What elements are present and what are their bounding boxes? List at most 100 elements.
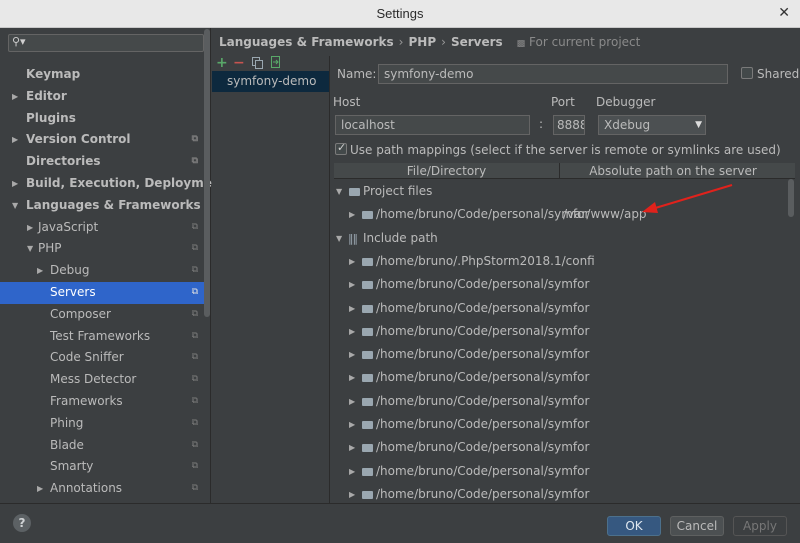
- breadcrumb-php: PHP: [408, 35, 437, 49]
- sidebar-item-servers[interactable]: Servers ⧉: [0, 281, 204, 304]
- server-item-symfony-demo[interactable]: symfony-demo: [212, 71, 329, 92]
- sidebar-item-build-execution-deployment[interactable]: ▶ Build, Execution, Deployment: [0, 173, 226, 195]
- column-header-server-path[interactable]: Absolute path on the server: [560, 163, 786, 179]
- close-icon[interactable]: ✕: [778, 5, 790, 21]
- folder-icon: [362, 444, 373, 453]
- project-level-icon: ⧉: [191, 308, 198, 319]
- sidebar-item-languages-frameworks[interactable]: ▼ Languages & Frameworks: [0, 195, 204, 217]
- breadcrumb: Languages & Frameworks › PHP › Servers ▩ For …: [219, 35, 640, 49]
- chevron-right-icon[interactable]: ▶: [349, 436, 355, 459]
- sidebar-item-composer[interactable]: Composer ⧉: [0, 304, 204, 326]
- folder-icon: [362, 304, 373, 313]
- chevron-right-icon[interactable]: ▶: [37, 478, 43, 500]
- chevron-right-icon[interactable]: ▶: [349, 250, 355, 273]
- folder-icon: [362, 397, 373, 406]
- sidebar-item-frameworks[interactable]: Frameworks ⧉: [0, 391, 204, 413]
- project-level-icon: ⧉: [191, 483, 198, 494]
- sidebar-scrollbar[interactable]: [204, 29, 210, 317]
- chevron-right-icon[interactable]: ▶: [37, 260, 43, 282]
- sidebar-item-version-control[interactable]: ▶ Version Control ⧉: [0, 129, 204, 151]
- chevron-right-icon[interactable]: ▶: [349, 273, 355, 296]
- project-level-icon: ⧉: [191, 134, 198, 145]
- table-row[interactable]: ▶ /home/bruno/Code/personal/symfor: [334, 273, 784, 296]
- chevron-right-icon[interactable]: ▶: [349, 203, 355, 226]
- use-path-mappings-checkbox[interactable]: [335, 141, 347, 155]
- sidebar-item-php[interactable]: ▼ PHP ⧉: [0, 238, 204, 260]
- sidebar-item-keymap[interactable]: Keymap: [0, 64, 204, 86]
- table-row[interactable]: ▶ /home/bruno/.PhpStorm2018.1/confi: [334, 250, 784, 273]
- breadcrumb-sep: ›: [398, 35, 404, 49]
- table-scrollbar[interactable]: [788, 179, 794, 217]
- add-server-icon[interactable]: +: [216, 56, 228, 70]
- chevron-right-icon[interactable]: ▶: [349, 297, 355, 320]
- import-server-icon[interactable]: [270, 56, 281, 72]
- sidebar-item-code-sniffer[interactable]: Code Sniffer ⧉: [0, 347, 204, 369]
- title-bar: Settings ✕: [0, 0, 800, 28]
- table-row[interactable]: ▶ /home/bruno/Code/personal/symfor: [334, 390, 784, 413]
- sidebar-item-debug[interactable]: ▶ Debug ⧉: [0, 260, 204, 282]
- project-level-icon: ⧉: [191, 352, 198, 363]
- table-row[interactable]: ▼ ‖‖ Include path: [334, 227, 784, 250]
- sidebar-item-label: Code Sniffer: [50, 350, 124, 365]
- sidebar-item-phing[interactable]: Phing ⧉: [0, 413, 204, 435]
- chevron-right-icon[interactable]: ▶: [349, 320, 355, 343]
- chevron-down-icon[interactable]: ▼: [27, 238, 33, 260]
- sidebar-item-test-frameworks[interactable]: Test Frameworks ⧉: [0, 326, 204, 348]
- table-row[interactable]: ▶ /home/bruno/Code/personal/symfor: [334, 436, 784, 459]
- table-row[interactable]: ▶ /home/bruno/Code/personal/symfor: [334, 320, 784, 343]
- row-path: /home/bruno/Code/personal/symfor: [376, 300, 590, 315]
- table-row[interactable]: ▶ /home/bruno/Code/personal/symfor: [334, 297, 784, 320]
- ok-button[interactable]: OK: [607, 516, 661, 536]
- row-path: /home/bruno/Code/personal/symfor: [376, 393, 590, 408]
- chevron-right-icon[interactable]: ▶: [12, 129, 18, 151]
- row-server-path[interactable]: /var/www/app: [563, 203, 647, 226]
- table-row[interactable]: ▶ /home/bruno/Code/personal/symfor: [334, 483, 784, 503]
- settings-search-input[interactable]: ⚲▾: [8, 34, 204, 52]
- sidebar-item-javascript[interactable]: ▶ JavaScript ⧉: [0, 217, 204, 239]
- apply-button[interactable]: Apply: [733, 516, 787, 536]
- chevron-down-icon[interactable]: ▼: [336, 227, 342, 250]
- table-row[interactable]: ▶ /home/bruno/Code/personal/symfor: [334, 343, 784, 366]
- debugger-value: Xdebug: [604, 118, 651, 132]
- chevron-right-icon[interactable]: ▶: [12, 173, 18, 195]
- host-label: Host: [333, 95, 361, 109]
- sidebar-item-smarty[interactable]: Smarty ⧉: [0, 456, 204, 478]
- sidebar-item-mess-detector[interactable]: Mess Detector ⧉: [0, 369, 204, 391]
- debugger-select[interactable]: Xdebug ▼: [598, 115, 706, 135]
- table-row[interactable]: ▶ /home/bruno/Code/personal/symfor: [334, 460, 784, 483]
- table-row[interactable]: ▶ /home/bruno/Code/personal/symfor: [334, 366, 784, 389]
- library-icon: ‖‖: [348, 231, 358, 245]
- chevron-right-icon[interactable]: ▶: [12, 86, 18, 108]
- name-field[interactable]: symfony-demo: [378, 64, 728, 84]
- chevron-right-icon[interactable]: ▶: [349, 390, 355, 413]
- sidebar-item-editor[interactable]: ▶ Editor: [0, 86, 204, 108]
- sidebar-item-label: Languages & Frameworks: [26, 197, 201, 212]
- cancel-button[interactable]: Cancel: [670, 516, 724, 536]
- row-path: /home/bruno/Code/personal/symfor: [376, 486, 590, 501]
- help-icon[interactable]: ?: [13, 514, 31, 532]
- breadcrumb-servers: Servers: [450, 35, 503, 49]
- host-field[interactable]: localhost: [335, 115, 530, 135]
- shared-checkbox[interactable]: [741, 67, 753, 79]
- sidebar-item-directories[interactable]: Directories ⧉: [0, 151, 204, 173]
- port-field[interactable]: 8888: [553, 115, 585, 135]
- port-label: Port: [551, 95, 575, 109]
- chevron-right-icon[interactable]: ▶: [27, 217, 33, 239]
- sidebar-item-annotations[interactable]: ▶ Annotations ⧉: [0, 478, 204, 500]
- chevron-right-icon[interactable]: ▶: [349, 460, 355, 483]
- remove-server-icon[interactable]: −: [233, 56, 245, 70]
- folder-icon: [362, 257, 373, 266]
- chevron-down-icon[interactable]: ▼: [12, 195, 18, 217]
- sidebar-item-plugins[interactable]: Plugins: [0, 108, 204, 130]
- table-header: File/Directory Absolute path on the serv…: [334, 163, 795, 179]
- chevron-down-icon[interactable]: ▼: [336, 180, 342, 203]
- chevron-right-icon[interactable]: ▶: [349, 366, 355, 389]
- chevron-right-icon[interactable]: ▶: [349, 483, 355, 503]
- table-row[interactable]: ▶ /home/bruno/Code/personal/symfor: [334, 413, 784, 436]
- sidebar-item-blade[interactable]: Blade ⧉: [0, 435, 204, 457]
- copy-server-icon[interactable]: [252, 57, 263, 72]
- chevron-right-icon[interactable]: ▶: [349, 413, 355, 436]
- project-level-icon: ⧉: [191, 156, 198, 167]
- column-header-file[interactable]: File/Directory: [334, 163, 560, 179]
- chevron-right-icon[interactable]: ▶: [349, 343, 355, 366]
